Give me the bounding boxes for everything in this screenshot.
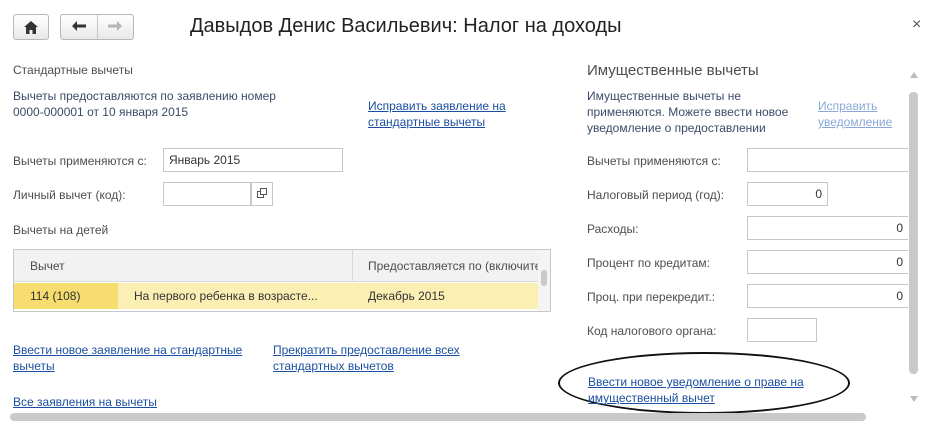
- standard-section-title: Стандартные вычеты: [13, 63, 133, 77]
- personal-deduction-open-button[interactable]: [251, 182, 273, 206]
- property-applied-from-field[interactable]: [747, 148, 908, 172]
- expenses-field[interactable]: 0: [747, 216, 908, 240]
- property-section-title: Имущественные вычеты: [587, 62, 759, 79]
- scroll-down-icon[interactable]: [910, 396, 918, 402]
- applied-from-label: Вычеты применяются с:: [13, 154, 147, 168]
- edit-notice-link-line2: уведомление: [818, 115, 893, 129]
- applied-from-field[interactable]: Январь 2015: [163, 148, 343, 172]
- tax-period-label: Налоговый период (год):: [587, 188, 725, 202]
- arrow-right-icon: [108, 20, 123, 34]
- refinancing-interest-field[interactable]: 0: [747, 284, 908, 308]
- edit-property-notice-link[interactable]: Исправить уведомление: [818, 98, 892, 130]
- standard-info-line1: Вычеты предоставляются по заявлению номе…: [13, 89, 276, 103]
- stop-standard-deductions-link[interactable]: Прекратить предоставление всех стандартн…: [273, 342, 460, 374]
- all-applications-link[interactable]: Все заявления на вычеты: [13, 395, 157, 409]
- property-applied-from-label: Вычеты применяются с:: [587, 154, 721, 168]
- back-button[interactable]: [61, 15, 97, 39]
- page-title: Давыдов Денис Васильевич: Налог на доход…: [190, 15, 622, 37]
- standard-info-line2: 0000-000001 от 10 января 2015: [13, 105, 189, 119]
- forward-button[interactable]: [96, 15, 134, 39]
- column-divider: [352, 250, 353, 282]
- open-form-icon: [257, 187, 267, 201]
- home-icon: [24, 20, 38, 34]
- edit-standard-link-line2: стандартные вычеты: [368, 115, 486, 129]
- tax-authority-code-field[interactable]: [747, 318, 817, 342]
- column-header-deduction[interactable]: Вычет: [30, 259, 65, 273]
- credit-interest-label: Процент по кредитам:: [587, 256, 711, 270]
- children-deductions-title: Вычеты на детей: [13, 223, 109, 237]
- home-button[interactable]: [13, 14, 49, 40]
- property-info-text: Имущественные вычеты не применяются. Мож…: [587, 88, 788, 136]
- new-notice-link-line2: имущественный вычет: [588, 391, 715, 405]
- new-standard-application-link[interactable]: Ввести новое заявление на стандартные вы…: [13, 342, 242, 374]
- row-description: На первого ребенка в возрасте...: [134, 289, 318, 303]
- arrow-left-icon: [71, 20, 86, 34]
- tax-authority-code-label: Код налогового органа:: [587, 324, 717, 338]
- new-notice-link-line1: Ввести новое уведомление о праве на: [588, 375, 804, 389]
- refinancing-interest-label: Проц. при перекредит.:: [587, 290, 716, 304]
- table-scrollbar-thumb[interactable]: [541, 270, 547, 286]
- personal-deduction-label: Личный вычет (код):: [13, 188, 126, 202]
- tax-period-field[interactable]: 0: [747, 182, 828, 206]
- row-code: 114 (108): [30, 289, 81, 303]
- property-info-line3: уведомление о предоставлении: [587, 121, 766, 135]
- horizontal-scrollbar-thumb[interactable]: [10, 413, 866, 421]
- edit-standard-application-link[interactable]: Исправить заявление на стандартные вычет…: [368, 98, 506, 130]
- credit-interest-field[interactable]: 0: [747, 250, 908, 274]
- table-row[interactable]: 114 (108) На первого ребенка в возрасте.…: [14, 283, 550, 309]
- navigation-group: [60, 14, 134, 40]
- table-header: Вычет Предоставляется по (включите: [14, 250, 550, 282]
- row-until: Декабрь 2015: [368, 289, 445, 303]
- scroll-up-icon[interactable]: [910, 72, 918, 78]
- new-property-notice-link[interactable]: Ввести новое уведомление о праве на имущ…: [588, 374, 804, 406]
- table-scrollbar[interactable]: [538, 250, 550, 311]
- expenses-label: Расходы:: [587, 222, 639, 236]
- edit-standard-link-line1: Исправить заявление на: [368, 99, 506, 113]
- vertical-scrollbar-thumb[interactable]: [909, 92, 918, 374]
- edit-notice-link-line1: Исправить: [818, 99, 878, 113]
- children-deductions-table: Вычет Предоставляется по (включите 114 (…: [13, 249, 551, 312]
- new-standard-link-line1: Ввести новое заявление на стандартные: [13, 343, 243, 357]
- property-info-line2: применяются. Можете ввести новое: [587, 105, 789, 119]
- stop-link-line2: стандартных вычетов: [273, 359, 394, 373]
- close-icon[interactable]: ×: [912, 17, 921, 33]
- stop-link-line1: Прекратить предоставление всех: [273, 343, 460, 357]
- personal-deduction-field[interactable]: [163, 182, 251, 206]
- column-header-until[interactable]: Предоставляется по (включите: [368, 259, 541, 273]
- property-info-line1: Имущественные вычеты не: [587, 89, 742, 103]
- new-standard-link-line2: вычеты: [13, 359, 55, 373]
